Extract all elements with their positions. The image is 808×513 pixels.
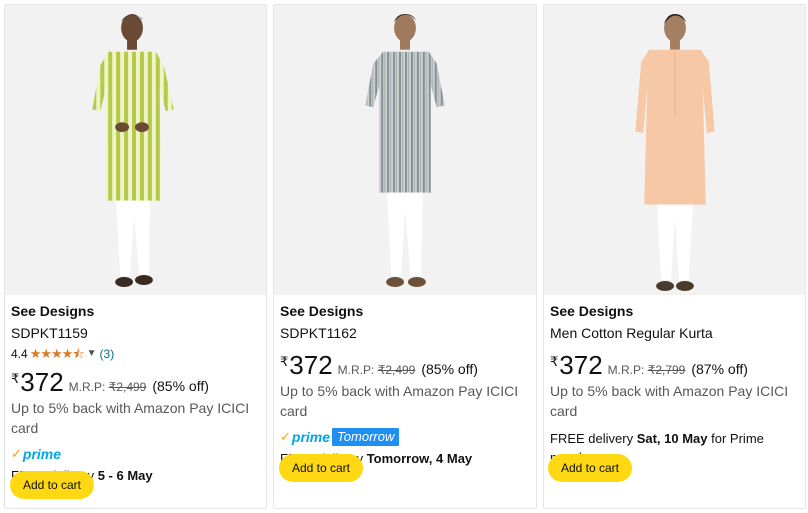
price-row: ₹ 372 M.R.P: ₹2,799 (87% off) — [550, 351, 799, 379]
currency-symbol: ₹ — [11, 371, 20, 386]
chevron-down-icon[interactable]: ▼ — [87, 346, 97, 362]
price: 372 — [20, 367, 64, 397]
prime-badge: ✓ prime — [11, 444, 260, 464]
mrp-value: ₹2,499 — [377, 363, 416, 377]
currency-symbol: ₹ — [280, 354, 289, 369]
product-card[interactable]: See Designs SDPKT1159 4.4 ★★★★⯪ ▼ (3) ₹ … — [4, 4, 267, 509]
discount: (87% off) — [691, 361, 748, 377]
product-card[interactable]: See Designs SDPKT1162 ₹ 372 M.R.P: ₹2,49… — [273, 4, 537, 509]
mrp-value: ₹2,499 — [108, 380, 147, 394]
cashback-offer: Up to 5% back with Amazon Pay ICICI card — [550, 383, 789, 419]
rating-row: 4.4 ★★★★⯪ ▼ (3) — [11, 346, 260, 362]
mrp-value: ₹2,799 — [647, 363, 686, 377]
product-title-link[interactable]: SDPKT1159 — [11, 323, 260, 343]
mrp: M.R.P: ₹2,799 — [608, 363, 686, 377]
delivery-date: Sat, 10 May — [636, 431, 708, 446]
prime-badge: ✓ prime Tomorrow — [280, 427, 530, 447]
kurta-model-image — [92, 14, 174, 287]
product-image[interactable] — [274, 5, 536, 295]
product-brand: See Designs — [280, 303, 364, 319]
cashback-offer: Up to 5% back with Amazon Pay ICICI card — [11, 400, 250, 436]
add-to-cart-button[interactable]: Add to cart — [548, 454, 632, 482]
mrp: M.R.P: ₹2,499 — [338, 363, 416, 377]
price: 372 — [559, 350, 603, 380]
star-rating-icon[interactable]: ★★★★⯪ — [30, 346, 85, 362]
product-brand: See Designs — [11, 303, 95, 319]
review-count-link[interactable]: (3) — [100, 346, 115, 362]
kurta-model-image — [635, 14, 715, 291]
prime-logo-icon: ✓ prime — [280, 429, 331, 445]
mrp: M.R.P: ₹2,499 — [69, 380, 147, 394]
discount: (85% off) — [421, 361, 478, 377]
rating-value: 4.4 — [11, 347, 28, 361]
tomorrow-badge: Tomorrow — [332, 428, 400, 446]
product-image[interactable] — [5, 5, 266, 295]
add-to-cart-button[interactable]: Add to cart — [279, 454, 363, 482]
mrp-label: M.R.P: — [68, 380, 106, 394]
discount: (85% off) — [152, 378, 209, 394]
currency-symbol: ₹ — [550, 354, 559, 369]
product-brand: See Designs — [550, 303, 634, 319]
product-card[interactable]: See Designs Men Cotton Regular Kurta ₹ 3… — [543, 4, 806, 509]
kurta-model-image — [365, 14, 445, 287]
product-title-link[interactable]: Men Cotton Regular Kurta — [550, 323, 799, 343]
price-row: ₹ 372 M.R.P: ₹2,499 (85% off) — [280, 351, 530, 379]
product-title-link[interactable]: SDPKT1162 — [280, 323, 530, 343]
price: 372 — [289, 350, 333, 380]
cashback-offer: Up to 5% back with Amazon Pay ICICI card — [280, 383, 519, 419]
delivery-date: Tomorrow, 4 May — [366, 451, 473, 466]
price-row: ₹ 372 M.R.P: ₹2,499 (85% off) — [11, 368, 260, 396]
prime-logo-icon: ✓ prime — [11, 446, 62, 462]
delivery-date: 5 - 6 May — [97, 468, 153, 483]
delivery-prefix: FREE delivery — [550, 431, 637, 446]
product-image[interactable] — [544, 5, 805, 295]
mrp-label: M.R.P: — [337, 363, 375, 377]
add-to-cart-button[interactable]: Add to cart — [10, 471, 94, 499]
mrp-label: M.R.P: — [607, 363, 645, 377]
